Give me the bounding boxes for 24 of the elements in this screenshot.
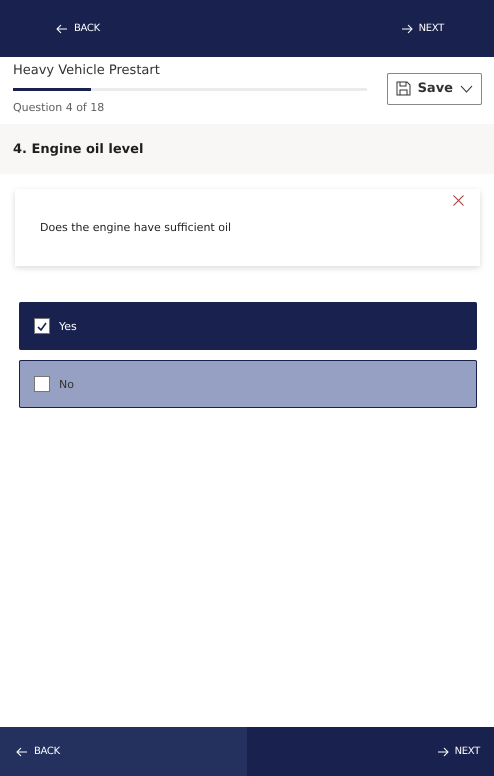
checkmark-icon [37,322,47,330]
back-button[interactable]: BACK [50,0,106,57]
save-icon [396,81,411,96]
question-text: Does the engine have sufficient oil [40,221,232,234]
checkbox[interactable] [34,376,50,392]
back-arrow-icon [16,746,28,756]
question-counter: Question 4 of 18 [13,101,106,114]
next-button[interactable]: NEXT [394,0,450,57]
answer-option[interactable]: No [19,360,477,408]
close-button[interactable] [451,193,466,208]
back-button[interactable]: BACK [0,727,247,776]
form-title: Heavy Vehicle Prestart [13,63,161,78]
answer-option[interactable]: Yes [19,302,477,350]
option-label: No [59,378,74,390]
checkbox[interactable] [34,318,50,334]
save-button[interactable]: Save [386,72,482,104]
chevron-down-icon [460,84,473,92]
forward-arrow-icon [400,24,413,34]
forward-arrow-icon [436,746,449,756]
back-arrow-icon [56,24,68,34]
next-button[interactable]: NEXT [247,727,494,776]
section-title: 4. Engine oil level [13,142,144,156]
close-icon [453,195,464,206]
option-label: Yes [59,320,77,332]
